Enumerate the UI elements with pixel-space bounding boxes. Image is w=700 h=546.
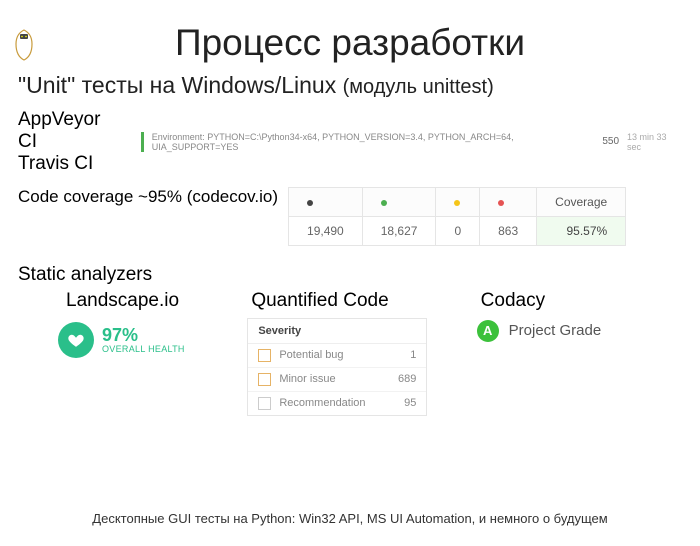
- coverage-label: Code coverage ~95% (codecov.io): [18, 187, 278, 207]
- env-text: Environment: PYTHON=C:\Python34-x64, PYT…: [152, 132, 595, 152]
- cov-total: 19,490: [289, 216, 363, 245]
- quantified-code-block: Quantified Code Severity Potential bug 1…: [247, 290, 452, 416]
- dot-miss-icon: [498, 200, 504, 206]
- cov-pct: 95.57%: [537, 216, 626, 245]
- codacy-title: Codacy: [481, 290, 682, 312]
- slide-title: Процесс разработки: [0, 22, 700, 64]
- subtitle: "Unit" тесты на Windows/Linux (модуль un…: [18, 72, 682, 99]
- landscape-title: Landscape.io: [66, 290, 223, 312]
- qc-row-num: 1: [410, 349, 416, 361]
- coverage-head: Coverage: [537, 187, 626, 216]
- build-status-bar: [141, 132, 144, 152]
- checkbox-icon: [258, 373, 271, 386]
- build-number: 550: [602, 136, 619, 147]
- landscape-block: Landscape.io 97% OVERALL HEALTH: [18, 290, 223, 416]
- logo-icon: [10, 28, 38, 62]
- build-duration: 13 min 33 sec: [627, 132, 682, 152]
- grade-badge-icon: A: [477, 320, 499, 342]
- qc-row-label: Potential bug: [279, 349, 410, 361]
- coverage-table: Coverage 19,490 18,627 0 863 95.57%: [288, 187, 626, 246]
- health-sub: OVERALL HEALTH: [102, 344, 185, 354]
- qc-row-label: Recommendation: [279, 397, 404, 409]
- env-row: Environment: PYTHON=C:\Python34-x64, PYT…: [141, 132, 682, 152]
- checkbox-icon: [258, 349, 271, 362]
- grade-text: Project Grade: [509, 322, 602, 339]
- qc-row-num: 689: [398, 373, 416, 385]
- checkbox-icon: [258, 397, 271, 410]
- dot-total-icon: [307, 200, 313, 206]
- qc-row: Recommendation 95: [248, 392, 426, 415]
- cov-hit: 18,627: [362, 216, 436, 245]
- dot-partial-icon: [454, 200, 460, 206]
- health-pct: 97%: [102, 326, 185, 344]
- appveyor-label: AppVeyor CI: [18, 109, 123, 153]
- subtitle-paren: (модуль unittest): [343, 76, 494, 98]
- subtitle-main: "Unit" тесты на Windows/Linux: [18, 72, 343, 98]
- cov-miss: 863: [480, 216, 537, 245]
- qc-title: Quantified Code: [251, 290, 452, 312]
- qc-row-num: 95: [404, 397, 416, 409]
- travis-label: Travis CI: [18, 153, 123, 175]
- cov-partial: 0: [436, 216, 480, 245]
- qc-row: Potential bug 1: [248, 344, 426, 368]
- static-analyzers-title: Static analyzers: [18, 264, 682, 286]
- qc-head: Severity: [248, 319, 426, 344]
- codacy-block: Codacy A Project Grade: [477, 290, 682, 416]
- qc-row-label: Minor issue: [279, 373, 398, 385]
- health-badge-icon: [58, 322, 94, 358]
- qc-row: Minor issue 689: [248, 368, 426, 392]
- dot-hit-icon: [381, 200, 387, 206]
